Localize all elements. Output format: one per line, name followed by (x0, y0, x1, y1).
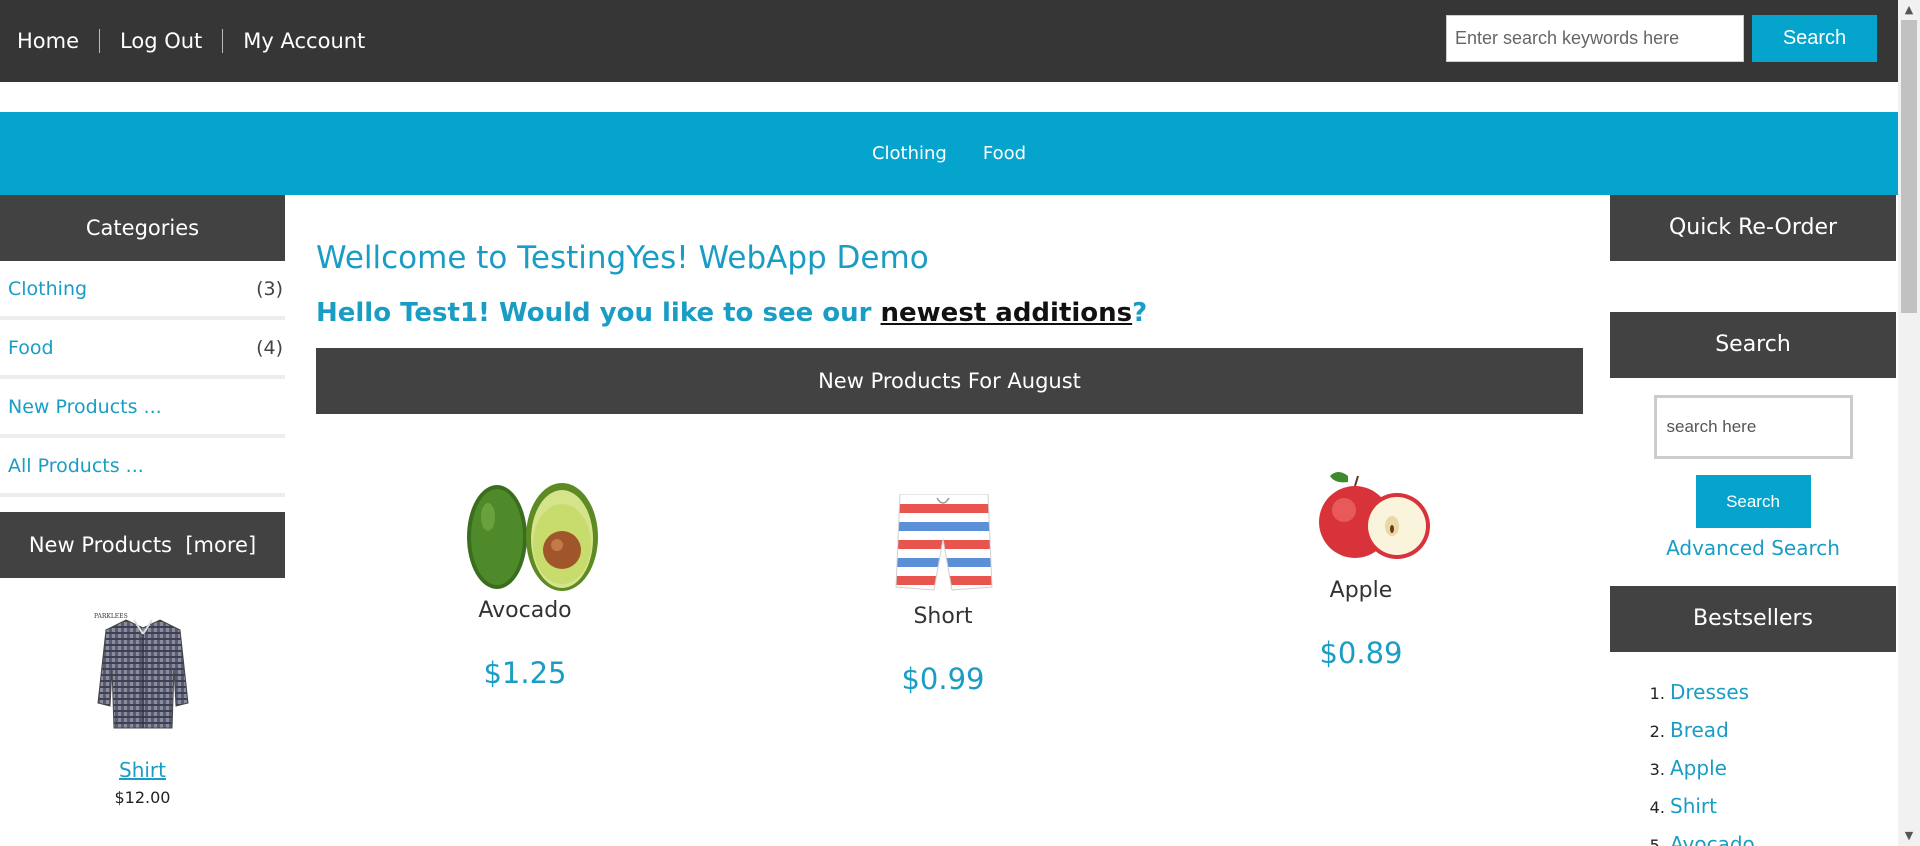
product-name[interactable]: Apple (1152, 578, 1570, 603)
shorts-image[interactable] (734, 494, 1152, 594)
category-count: (4) (256, 336, 283, 359)
home-link[interactable]: Home (17, 29, 99, 53)
category-item-new-products: New Products ... (0, 379, 285, 438)
left-sidebar: Categories Clothing (3) Food (4) New Pro… (0, 195, 285, 807)
newest-additions-link[interactable]: newest additions (881, 298, 1133, 328)
bestseller-link[interactable]: Shirt (1670, 794, 1717, 818)
top-search-input[interactable] (1446, 15, 1744, 62)
categories-list: Clothing (3) Food (4) New Products ... A… (0, 261, 285, 497)
brand-mark-text: PARKLEES (94, 613, 128, 620)
product-price: $0.89 (1319, 636, 1403, 670)
new-product-name[interactable]: Shirt (0, 758, 285, 782)
bestsellers-list: Dresses Bread Apple Shirt Avocado (1610, 674, 1896, 846)
new-product-price: $12.00 (114, 788, 171, 807)
list-item: Apple (1670, 750, 1896, 788)
bestseller-link[interactable]: Bread (1670, 718, 1729, 742)
product-card: Avocado $1.25 (316, 414, 734, 794)
category-menu-food[interactable]: Food (983, 143, 1026, 164)
top-navigation-bar: Home Log Out My Account Search (0, 0, 1898, 82)
product-name[interactable]: Short (734, 604, 1152, 629)
page-scrollbar[interactable]: ▲ ▼ (1898, 0, 1920, 846)
category-item-clothing: Clothing (3) (0, 261, 285, 320)
product-price: $0.99 (901, 662, 985, 696)
greeting-text: Hello Test1! Would you like to see our n… (316, 298, 1583, 328)
greeting-suffix: ? (1132, 298, 1148, 328)
search-panel-header: Search (1610, 312, 1896, 378)
quick-reorder-header: Quick Re-Order (1610, 195, 1896, 261)
main-content: Wellcome to TestingYes! WebApp Demo Hell… (316, 195, 1583, 794)
category-link-food[interactable]: Food (8, 337, 54, 359)
bestseller-link[interactable]: Dresses (1670, 680, 1749, 704)
bestseller-link[interactable]: Avocado (1670, 832, 1755, 846)
category-menu-bar: Clothing Food (0, 112, 1898, 195)
sidebar-search-input[interactable] (1653, 395, 1853, 459)
new-products-section-header: New Products For August (316, 348, 1583, 414)
list-item: Dresses (1670, 674, 1896, 712)
scrollbar-thumb[interactable] (1901, 20, 1917, 313)
product-grid: Avocado $1.25 Short $0.99 Apple $0.89 (316, 414, 1583, 794)
category-link-all-products[interactable]: All Products ... (8, 455, 144, 477)
right-sidebar: Quick Re-Order Search Search Advanced Se… (1610, 195, 1896, 846)
page-title: Wellcome to TestingYes! WebApp Demo (316, 240, 929, 276)
scroll-up-arrow-icon[interactable]: ▲ (1898, 0, 1920, 20)
list-item: Avocado (1670, 826, 1896, 846)
category-link-new-products[interactable]: New Products ... (8, 396, 162, 418)
category-menu-clothing[interactable]: Clothing (872, 143, 947, 164)
product-card: Short $0.99 (734, 414, 1152, 794)
bestseller-link[interactable]: Apple (1670, 756, 1727, 780)
log-out-link[interactable]: Log Out (99, 29, 222, 53)
my-account-link[interactable]: My Account (222, 29, 385, 53)
scroll-down-arrow-icon[interactable]: ▼ (1898, 826, 1920, 846)
categories-header: Categories (0, 195, 285, 261)
advanced-search-link[interactable]: Advanced Search (1610, 536, 1896, 560)
bestsellers-header: Bestsellers (1610, 586, 1896, 652)
product-card: Apple $0.89 (1152, 414, 1570, 794)
list-item: Shirt (1670, 788, 1896, 826)
sidebar-search-button[interactable]: Search (1695, 475, 1811, 528)
category-item-all-products: All Products ... (0, 438, 285, 497)
avocado-image[interactable] (316, 482, 734, 592)
top-search-button[interactable]: Search (1752, 15, 1877, 62)
greeting-prefix: Hello Test1! Would you like to see our (316, 298, 881, 328)
list-item: Bread (1670, 712, 1896, 750)
new-products-header[interactable]: New Products [more] (0, 512, 285, 578)
category-item-food: Food (4) (0, 320, 285, 379)
new-product-card: PARKLEES Shirt $12.00 (0, 578, 285, 807)
category-link-clothing[interactable]: Clothing (8, 278, 87, 300)
shirt-image[interactable]: PARKLEES (88, 608, 198, 736)
product-price: $1.25 (483, 656, 567, 690)
top-nav-links: Home Log Out My Account (17, 0, 385, 82)
category-count: (3) (256, 277, 283, 300)
apple-image[interactable] (1152, 466, 1570, 566)
product-name[interactable]: Avocado (316, 598, 734, 623)
